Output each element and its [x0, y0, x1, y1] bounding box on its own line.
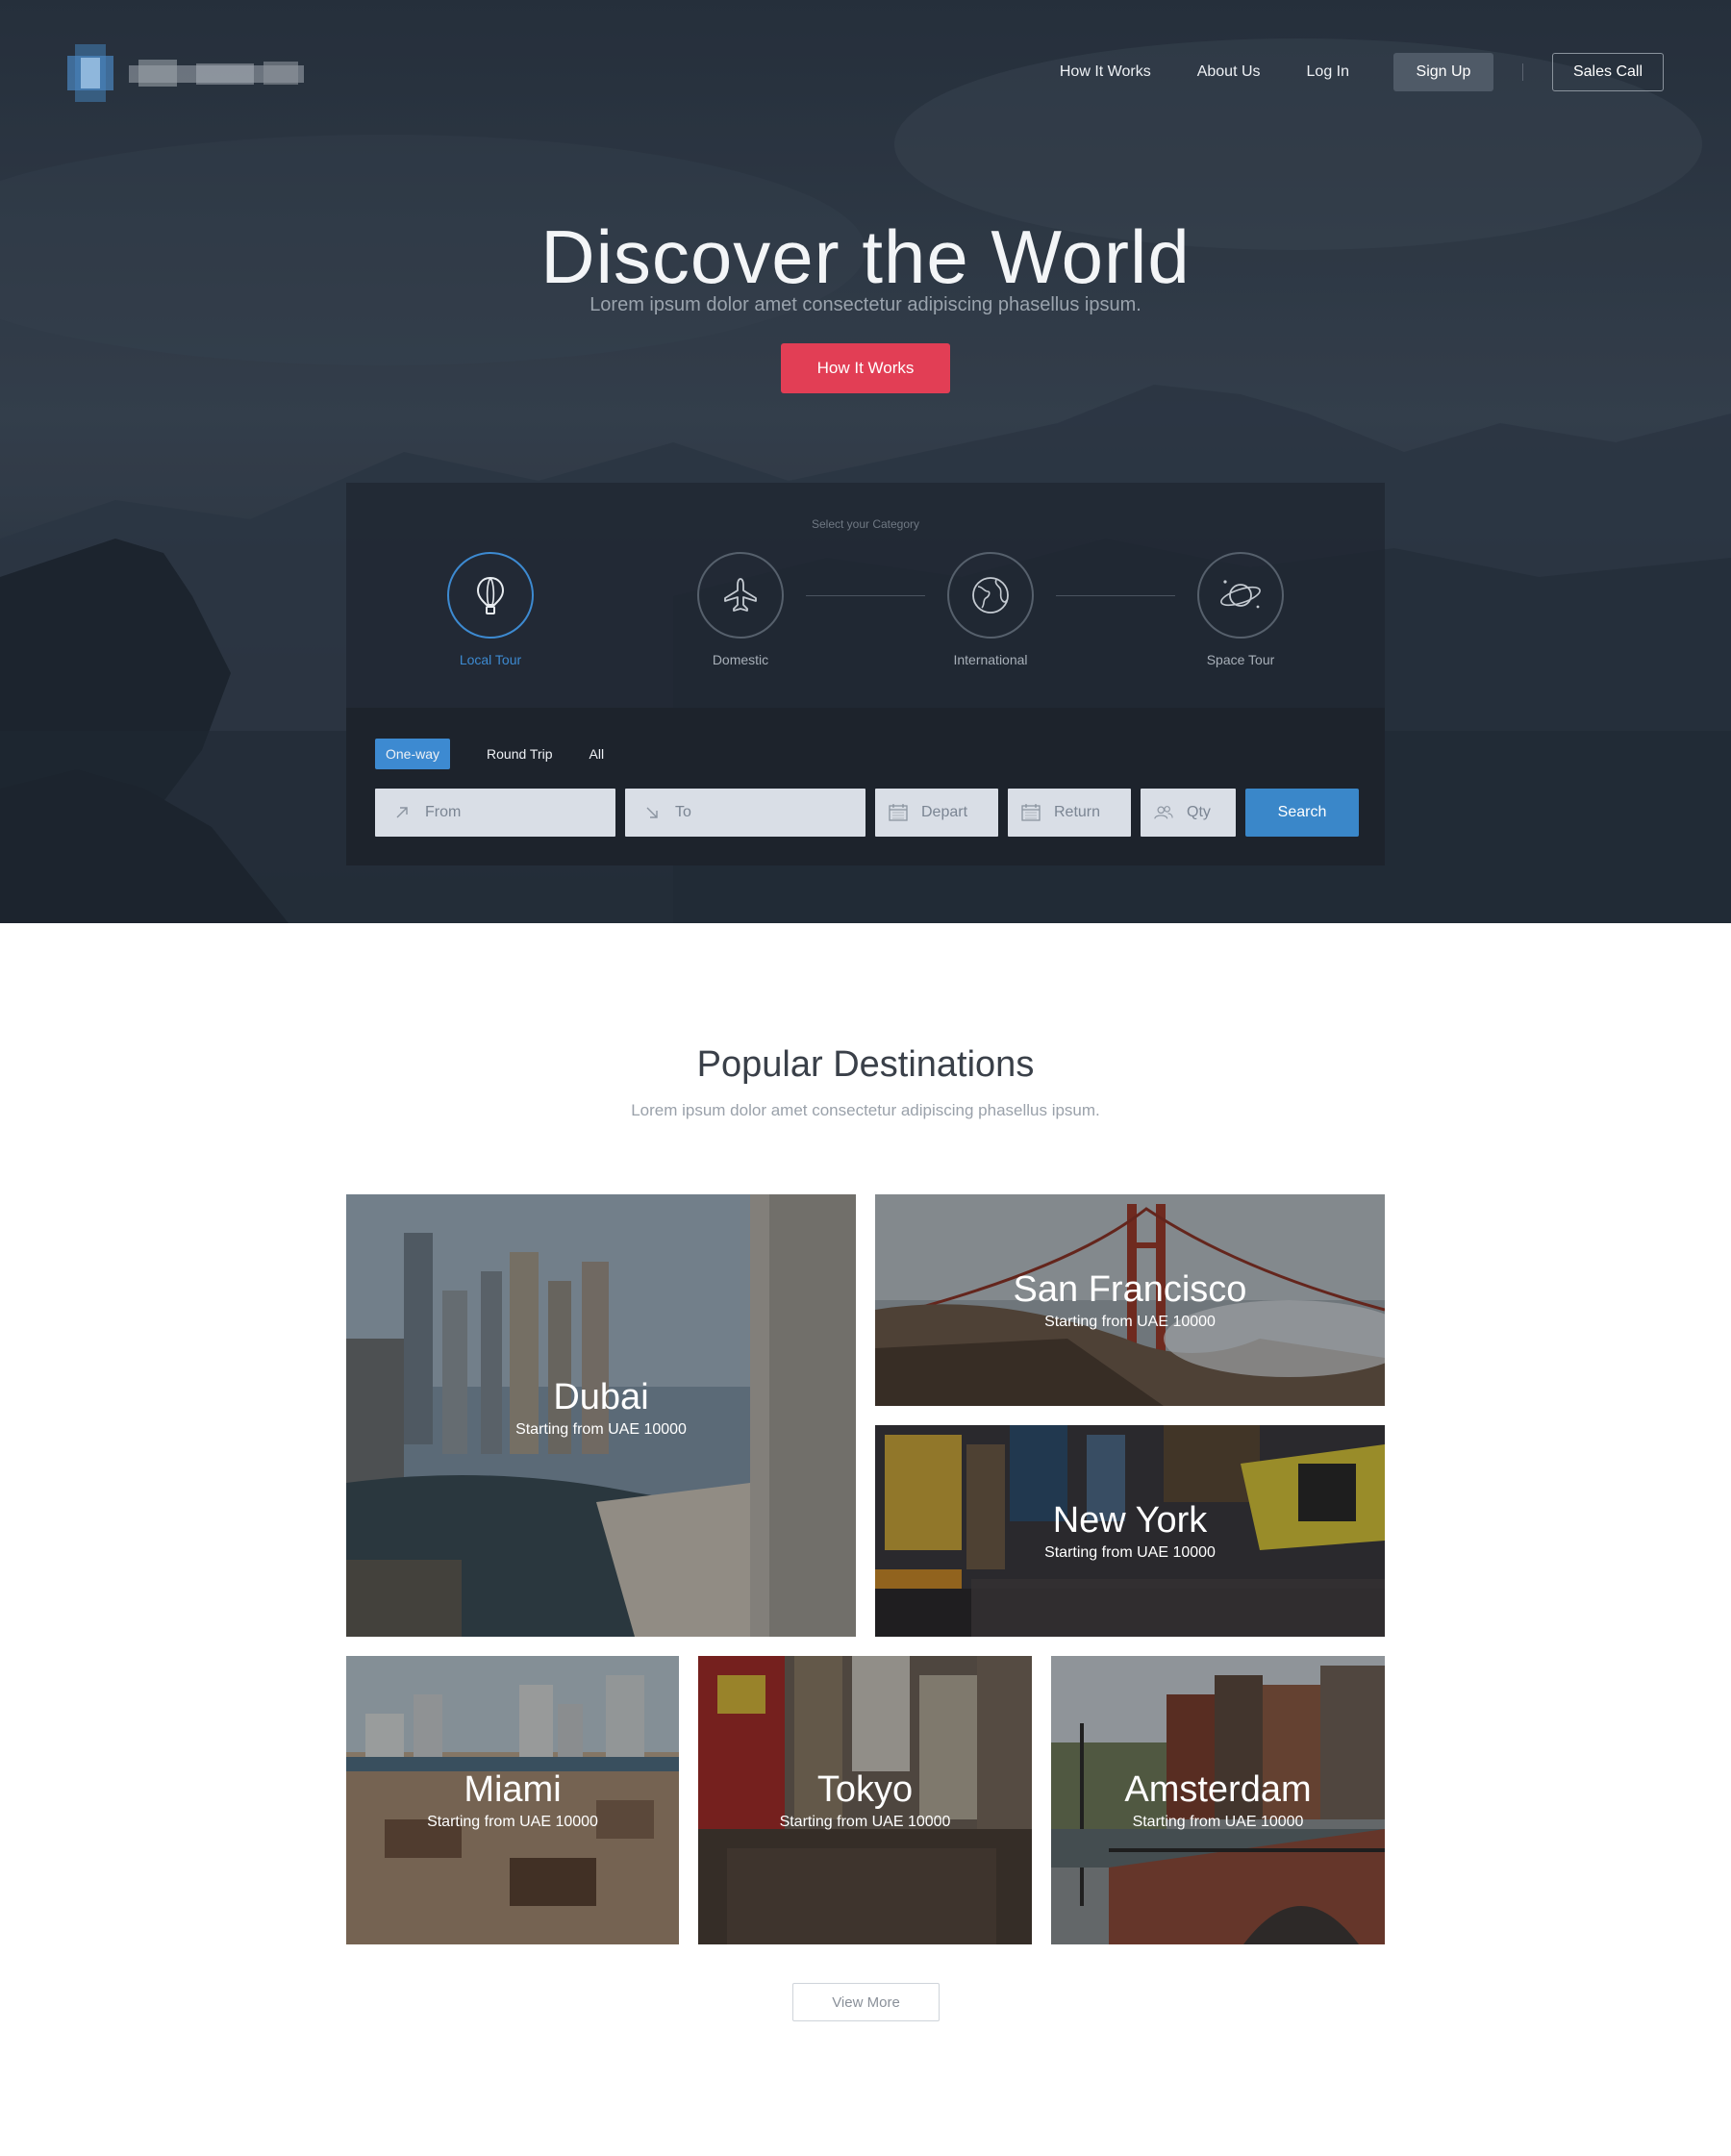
depart-field[interactable]: Depart — [875, 789, 998, 837]
city-price: Starting from UAE 10000 — [1132, 1814, 1304, 1830]
category-connector — [806, 595, 925, 596]
tab-one-way[interactable]: One-way — [375, 739, 451, 769]
return-field[interactable]: Return — [1008, 789, 1131, 837]
arrow-up-right-icon — [392, 803, 412, 822]
how-it-works-button[interactable]: How It Works — [781, 343, 950, 393]
calendar-icon — [1021, 803, 1041, 822]
tab-all[interactable]: All — [590, 739, 605, 769]
category-circle — [1197, 552, 1284, 639]
nav-about-us[interactable]: About Us — [1197, 53, 1261, 91]
category-heading: Select your Category — [811, 517, 920, 531]
globe-icon — [972, 577, 1009, 614]
city-price: Starting from UAE 10000 — [1044, 1544, 1216, 1561]
airplane-icon — [724, 578, 757, 612]
city-name: Tokyo — [816, 1769, 914, 1810]
destination-card-miami[interactable]: Miami Starting from UAE 10000 — [346, 1656, 679, 1944]
arrow-down-right-icon — [642, 803, 662, 822]
qty-placeholder: Qty — [1187, 804, 1211, 820]
category-circle — [947, 552, 1034, 639]
hero-section: How It Works About Us Log In Sign Up Sal… — [0, 0, 1731, 923]
destinations-subtitle: Lorem ipsum dolor amet consectetur adipi… — [631, 1101, 1100, 1119]
category-space-tour[interactable]: Space Tour — [1164, 552, 1317, 667]
hero-subtitle: Lorem ipsum dolor amet consectetur adipi… — [590, 294, 1141, 315]
city-name: Dubai — [553, 1377, 649, 1417]
calendar-icon — [889, 803, 908, 822]
search-fields: From To Depart Return Qty Search — [375, 789, 1359, 837]
destinations-title: Popular Destinations — [696, 1044, 1035, 1085]
nav-how-it-works[interactable]: How It Works — [1060, 53, 1151, 91]
destination-card-dubai[interactable]: Dubai Starting from UAE 10000 — [346, 1194, 856, 1637]
logo[interactable] — [67, 44, 308, 102]
city-price: Starting from UAE 10000 — [779, 1814, 951, 1830]
category-label: Domestic — [712, 652, 769, 667]
city-name: Amsterdam — [1124, 1769, 1312, 1810]
planet-icon — [1220, 580, 1261, 609]
category-local-tour[interactable]: Local Tour — [414, 552, 567, 667]
return-placeholder: Return — [1054, 804, 1101, 820]
logo-mark-icon — [67, 44, 113, 102]
from-field[interactable]: From — [375, 789, 615, 837]
category-circle — [447, 552, 534, 639]
category-label: Local Tour — [459, 652, 522, 667]
balloon-icon — [476, 576, 505, 614]
search-panel: Select your Category Local Tour Domestic… — [346, 483, 1385, 865]
logo-wordmark-icon — [129, 60, 304, 87]
destination-card-amsterdam[interactable]: Amsterdam Starting from UAE 10000 — [1051, 1656, 1385, 1944]
category-selector: Select your Category Local Tour Domestic… — [346, 483, 1385, 708]
nav-log-in[interactable]: Log In — [1307, 53, 1349, 91]
city-name: San Francisco — [1013, 1269, 1247, 1310]
sales-call-button[interactable]: Sales Call — [1552, 53, 1664, 91]
category-label: International — [953, 652, 1028, 667]
to-field[interactable]: To — [625, 789, 866, 837]
from-placeholder: From — [425, 804, 462, 820]
view-more-button[interactable]: View More — [792, 1983, 940, 2021]
category-connector — [1056, 595, 1175, 596]
tab-round-trip[interactable]: Round Trip — [487, 739, 552, 769]
trip-type-tabs: One-way Round Trip All — [375, 739, 640, 769]
city-price: Starting from UAE 10000 — [1044, 1314, 1216, 1330]
destination-card-san-francisco[interactable]: San Francisco Starting from UAE 10000 — [875, 1194, 1385, 1406]
depart-placeholder: Depart — [921, 804, 968, 820]
search-button[interactable]: Search — [1245, 789, 1359, 837]
category-international[interactable]: International — [914, 552, 1067, 667]
main-nav: How It Works About Us Log In Sign Up Sal… — [1014, 53, 1664, 91]
city-price: Starting from UAE 10000 — [427, 1814, 598, 1830]
sign-up-button[interactable]: Sign Up — [1393, 53, 1493, 91]
to-placeholder: To — [675, 804, 691, 820]
destination-card-new-york[interactable]: New York Starting from UAE 10000 — [875, 1425, 1385, 1637]
city-name: Miami — [464, 1769, 562, 1810]
hero-title: Discover the World — [540, 214, 1191, 299]
destination-card-tokyo[interactable]: Tokyo Starting from UAE 10000 — [698, 1656, 1032, 1944]
trip-search-form: One-way Round Trip All From To Depart Re… — [346, 708, 1385, 865]
category-label: Space Tour — [1206, 652, 1275, 667]
city-name: New York — [1052, 1500, 1208, 1541]
category-circle — [697, 552, 784, 639]
landing-page: How It Works About Us Log In Sign Up Sal… — [0, 0, 1731, 2156]
city-price: Starting from UAE 10000 — [515, 1421, 687, 1438]
nav-divider — [1522, 63, 1523, 81]
category-domestic[interactable]: Domestic — [664, 552, 817, 667]
people-icon — [1154, 803, 1173, 822]
qty-field[interactable]: Qty — [1141, 789, 1236, 837]
